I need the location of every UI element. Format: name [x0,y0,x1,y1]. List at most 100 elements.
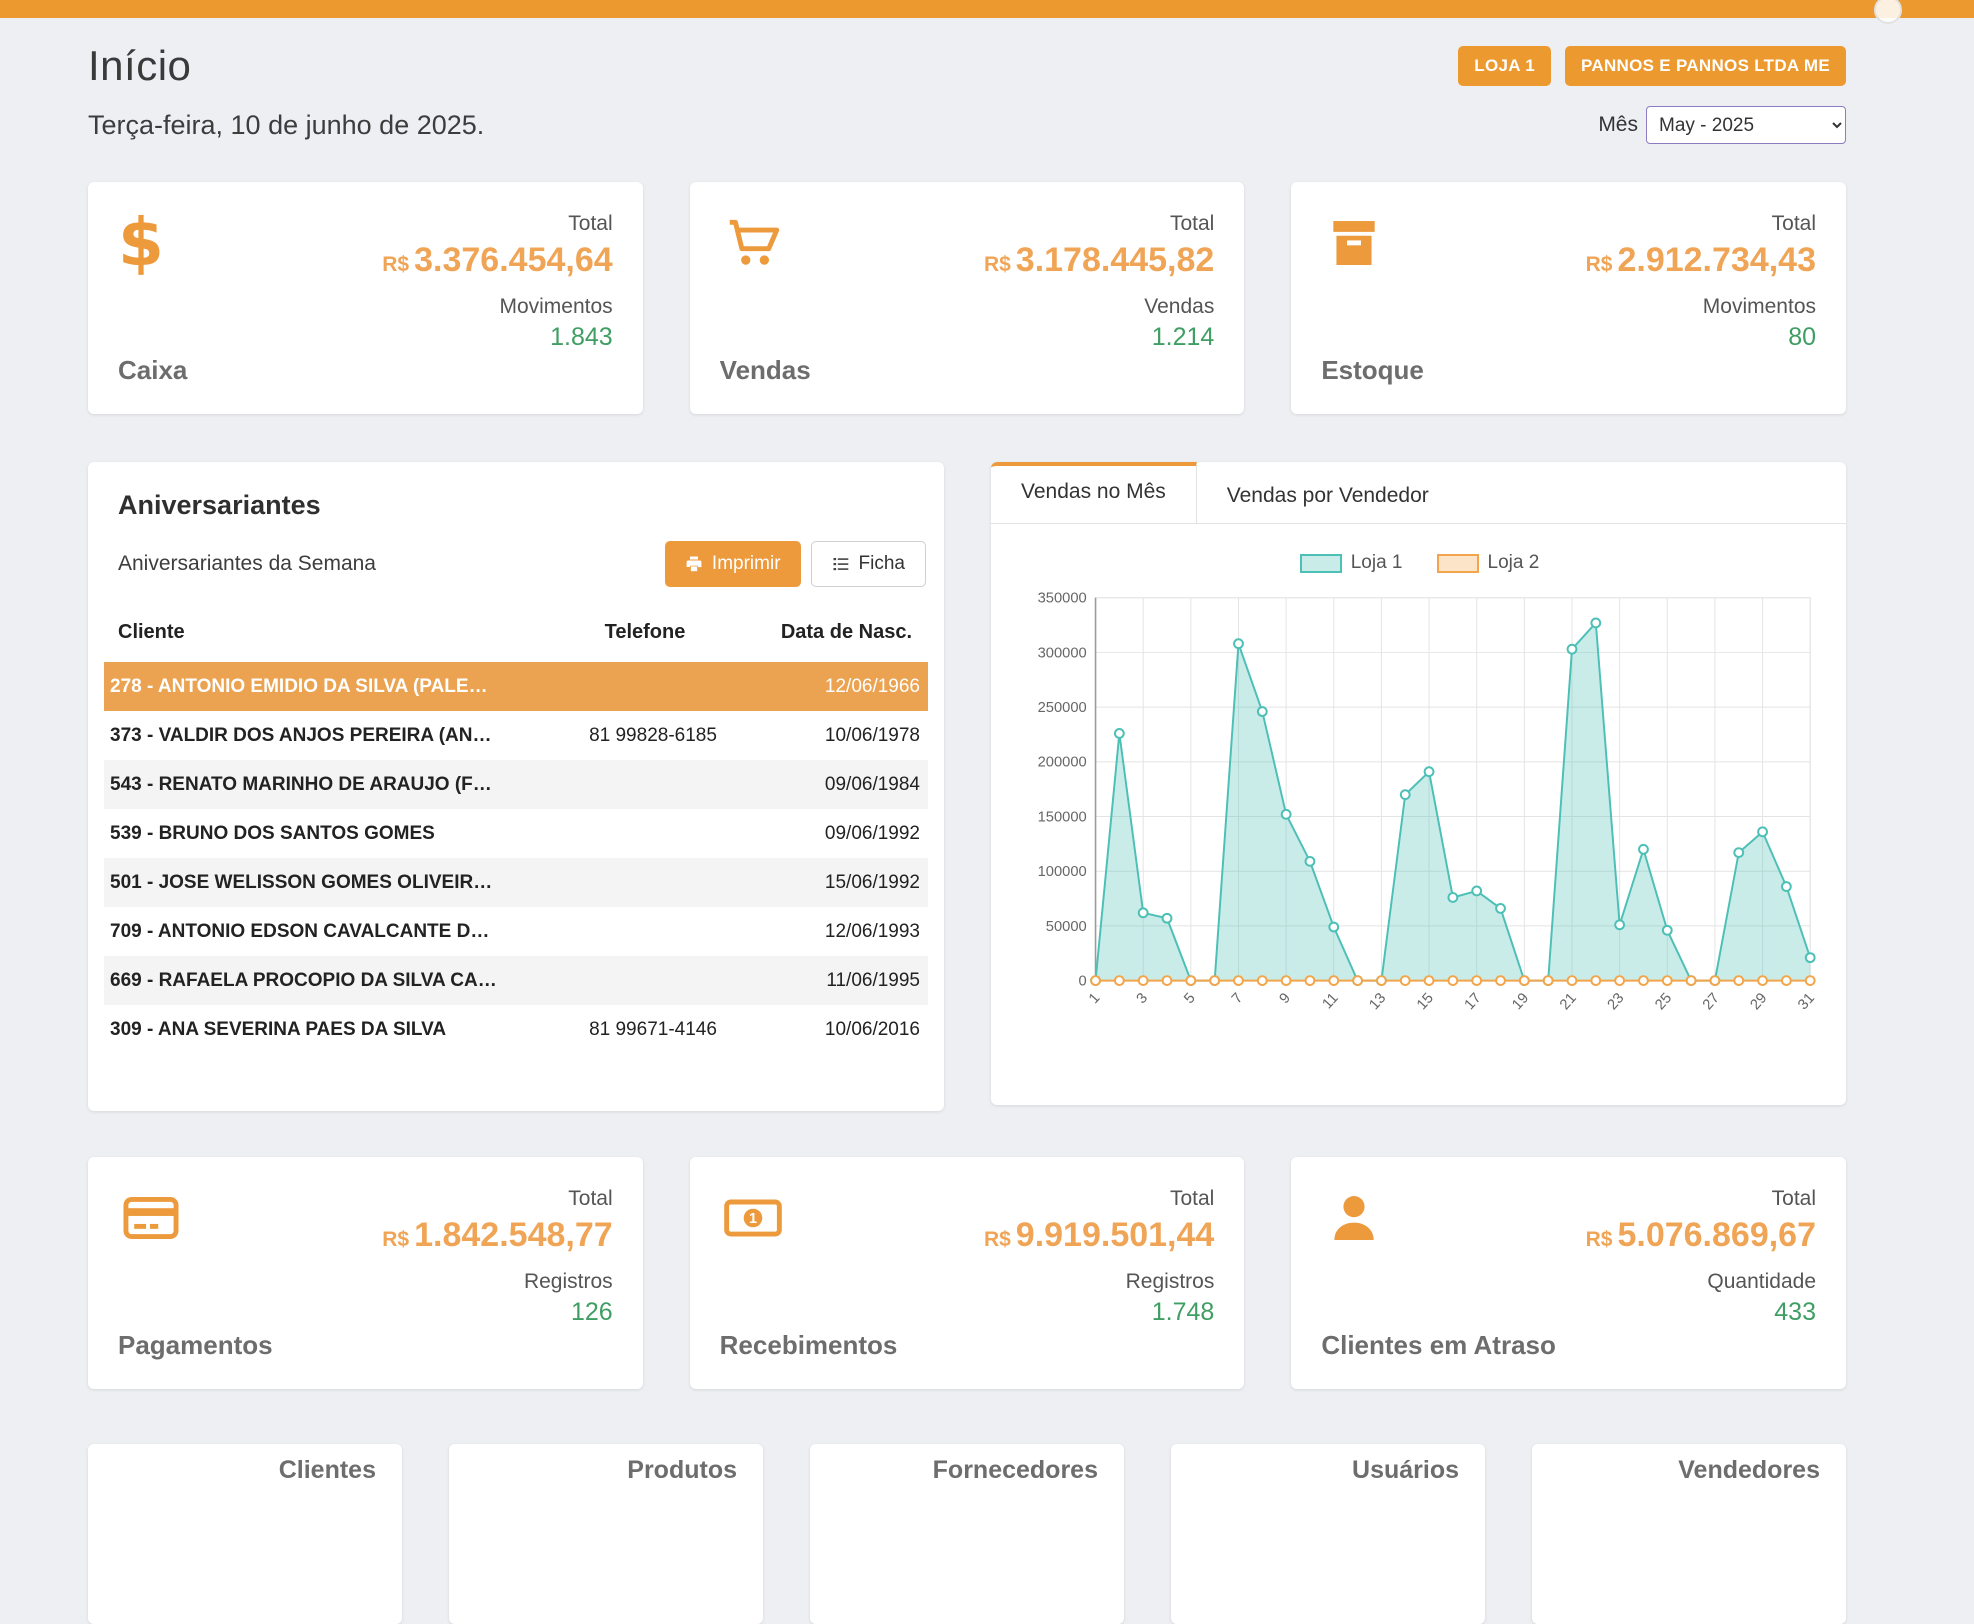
count-label: Movimentos [382,295,612,319]
table-row[interactable]: 309 - ANA SEVERINA PAES DA SILVA 81 9967… [104,1005,928,1054]
table-row[interactable]: 501 - JOSE WELISSON GOMES OLIVEIR… 15/06… [104,858,928,907]
print-button[interactable]: Imprimir [665,541,801,587]
list-icon [832,555,850,573]
chart-legend: Loja 1 Loja 2 [1017,552,1822,574]
svg-text:23: 23 [1605,990,1628,1013]
card-fornecedores[interactable]: Fornecedores [810,1444,1124,1624]
current-date: Terça-feira, 10 de junho de 2025. [88,110,484,141]
table-row[interactable]: 539 - BRUNO DOS SANTOS GOMES 09/06/1992 [104,809,928,858]
card-pagamentos[interactable]: Pagamentos Total R$1.842.548,77 Registro… [88,1157,643,1389]
sales-chart-card: Vendas no Mês Vendas por Vendedor Loja 1… [991,462,1846,1105]
user-avatar-icon[interactable] [1874,0,1902,24]
count-value: 1.214 [984,323,1214,352]
store-button[interactable]: LOJA 1 [1458,46,1551,86]
total-value: R$5.076.869,67 [1586,1217,1816,1254]
month-select[interactable]: May - 2025 [1646,106,1846,144]
count-value: 433 [1586,1298,1816,1327]
total-value: R$3.178.445,82 [984,242,1214,279]
box-icon [1321,212,1387,274]
table-row[interactable]: 278 - ANTONIO EMIDIO DA SILVA (PALE… 12/… [104,662,928,711]
total-label: Total [984,212,1214,236]
top-navbar [0,0,1974,18]
svg-text:17: 17 [1462,990,1485,1013]
dollar-icon: $ [118,212,187,275]
card-produtos[interactable]: Produtos [449,1444,763,1624]
top-stats-row: $ Caixa Total R$3.376.454,64 Movimentos … [88,182,1846,414]
card-pagamentos-label: Pagamentos [118,1330,273,1361]
svg-text:13: 13 [1366,990,1389,1013]
card-vendas[interactable]: Vendas Total R$3.178.445,82 Vendas 1.214 [690,182,1245,414]
birth-cell: 10/06/2016 [768,1019,928,1041]
tab-vendas-no-mes[interactable]: Vendas no Mês [991,462,1197,523]
card-caixa[interactable]: $ Caixa Total R$3.376.454,64 Movimentos … [88,182,643,414]
total-label: Total [382,1187,612,1211]
col-phone: Telefone [530,621,760,644]
table-row[interactable]: 373 - VALDIR DOS ANJOS PEREIRA (AN… 81 9… [104,711,928,760]
card-clientes[interactable]: Clientes [88,1444,402,1624]
svg-text:100000: 100000 [1038,864,1087,880]
svg-text:1: 1 [749,1211,757,1227]
client-cell: 501 - JOSE WELISSON GOMES OLIVEIR… [104,872,538,894]
table-row[interactable]: 543 - RENATO MARINHO DE ARAUJO (F… 09/06… [104,760,928,809]
card-vendas-label: Vendas [720,355,811,386]
col-birth: Data de Nasc. [760,621,920,644]
birthday-table-header: Cliente Telefone Data de Nasc. [104,613,928,662]
count-value: 1.843 [382,323,612,352]
card-estoque-label: Estoque [1321,355,1424,386]
total-value: R$9.919.501,44 [984,1217,1214,1254]
table-row[interactable]: 669 - RAFAELA PROCOPIO DA SILVA CA… 11/0… [104,956,928,1005]
card-recebimentos-label: Recebimentos [720,1330,898,1361]
card-usuarios[interactable]: Usuários [1171,1444,1485,1624]
client-cell: 543 - RENATO MARINHO DE ARAUJO (F… [104,774,538,796]
birthdays-title: Aniversariantes [88,490,944,521]
total-label: Total [984,1187,1214,1211]
chart-tabs: Vendas no Mês Vendas por Vendedor [991,462,1846,524]
table-row[interactable]: 709 - ANTONIO EDSON CAVALCANTE D… 12/06/… [104,907,928,956]
birth-cell: 09/06/1992 [768,823,928,845]
card-estoque[interactable]: Estoque Total R$2.912.734,43 Movimentos … [1291,182,1846,414]
legend-loja2: Loja 2 [1437,552,1540,574]
total-label: Total [1586,1187,1816,1211]
card-vendedores[interactable]: Vendedores [1532,1444,1846,1624]
svg-text:250000: 250000 [1038,700,1087,716]
svg-text:7: 7 [1229,990,1246,1007]
client-cell: 278 - ANTONIO EMIDIO DA SILVA (PALE… [104,676,538,698]
ficha-button[interactable]: Ficha [811,541,926,587]
svg-text:150000: 150000 [1038,809,1087,825]
credit-card-icon [118,1187,184,1249]
client-cell: 669 - RAFAELA PROCOPIO DA SILVA CA… [104,970,538,992]
total-value: R$1.842.548,77 [382,1217,612,1254]
tab-vendas-por-vendedor[interactable]: Vendas por Vendedor [1197,462,1459,523]
card-clientes-em-atraso[interactable]: Clientes em Atraso Total R$5.076.869,67 … [1291,1157,1846,1389]
person-icon [1321,1187,1387,1249]
svg-text:50000: 50000 [1046,919,1087,935]
client-cell: 709 - ANTONIO EDSON CAVALCANTE D… [104,921,538,943]
svg-text:15: 15 [1414,990,1437,1013]
phone-cell: 81 99828-6185 [538,725,768,747]
col-client: Cliente [112,621,530,644]
svg-text:25: 25 [1652,990,1675,1013]
birth-cell: 11/06/1995 [768,970,928,992]
total-value: R$2.912.734,43 [1586,242,1816,279]
count-label: Vendas [984,295,1214,319]
svg-text:19: 19 [1509,990,1532,1013]
company-button[interactable]: PANNOS E PANNOS LTDA ME [1565,46,1846,86]
printer-icon [685,555,703,573]
svg-text:27: 27 [1700,990,1723,1013]
svg-text:3: 3 [1134,990,1151,1007]
count-label: Registros [984,1270,1214,1294]
card-recebimentos[interactable]: 1 Recebimentos Total R$9.919.501,44 Regi… [690,1157,1245,1389]
card-clientes-em-atraso-label: Clientes em Atraso [1321,1330,1556,1361]
birth-cell: 15/06/1992 [768,872,928,894]
svg-text:350000: 350000 [1038,591,1087,607]
legend-loja1: Loja 1 [1300,552,1403,574]
svg-text:0: 0 [1079,974,1087,990]
dashboard: Início LOJA 1 PANNOS E PANNOS LTDA ME Te… [0,42,1974,1624]
svg-text:31: 31 [1795,990,1818,1013]
count-value: 80 [1586,323,1816,352]
svg-text:29: 29 [1748,990,1771,1013]
svg-text:300000: 300000 [1038,645,1087,661]
bottom-stats-row: Pagamentos Total R$1.842.548,77 Registro… [88,1157,1846,1389]
birthday-table: Cliente Telefone Data de Nasc. 278 - ANT… [104,613,928,1054]
page-title: Início [88,42,191,90]
